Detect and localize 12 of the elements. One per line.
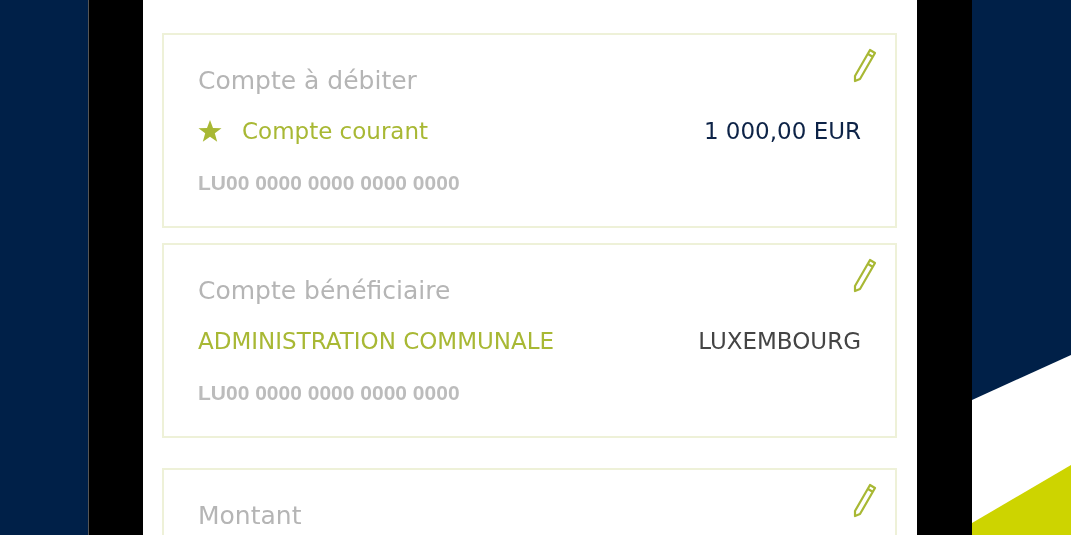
pencil-icon[interactable] [852,482,878,518]
iban-number: LU00 0000 0000 0000 0000 [198,381,461,405]
beneficiary-city: LUXEMBOURG [698,328,861,354]
pencil-icon[interactable] [852,47,878,83]
iban-number: LU00 0000 0000 0000 0000 [198,171,461,195]
account-name: Compte courant [242,118,429,144]
card-label: Compte bénéficiaire [198,275,452,307]
pencil-icon[interactable] [852,257,878,293]
card-label: Montant [198,500,303,532]
card-label: Compte à débiter [198,65,418,97]
account-name: ADMINISTRATION COMMUNALE [198,328,555,354]
account-balance: 1 000,00 EUR [703,118,861,144]
